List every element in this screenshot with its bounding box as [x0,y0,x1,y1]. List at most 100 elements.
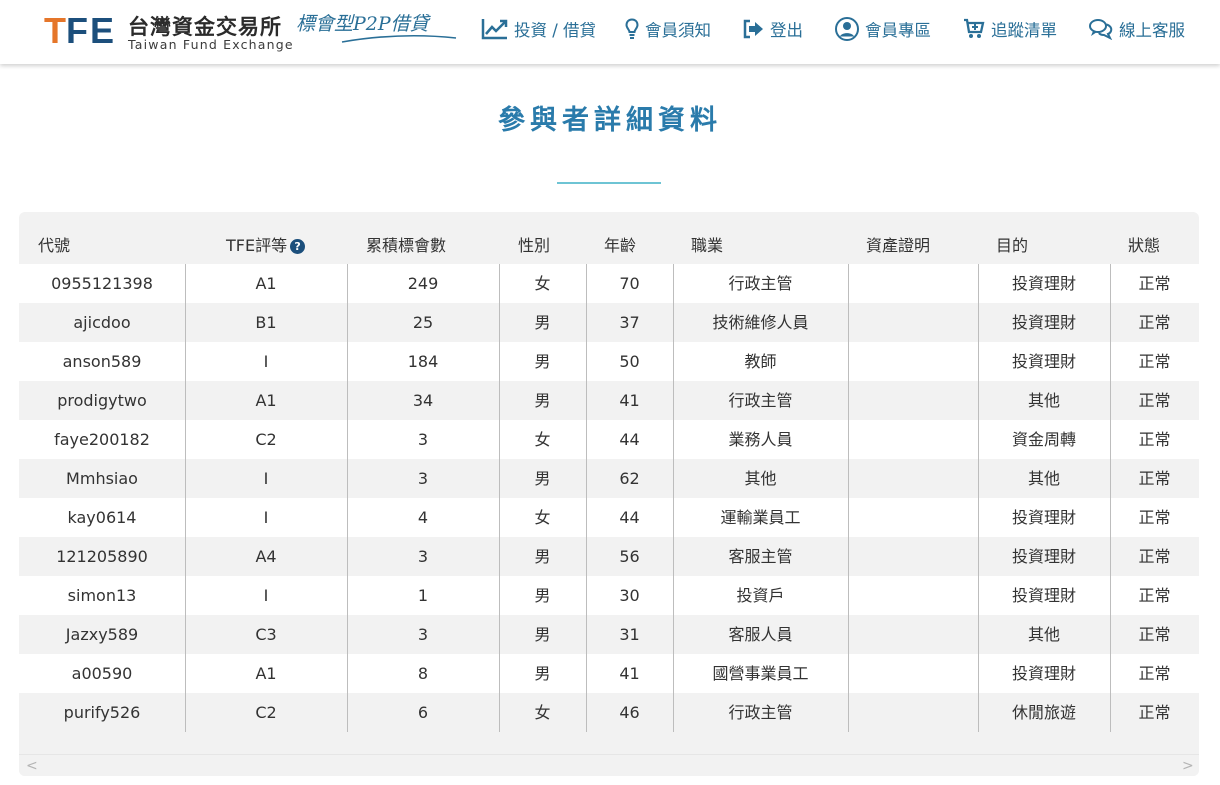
cell-status: 正常 [1138,313,1171,332]
nav-member-notice[interactable]: 會員須知 [625,14,711,44]
cell-gender: 女 [534,703,551,722]
cell-bid-count: 1 [417,586,429,605]
cell-bid-count: 3 [417,430,429,449]
table-row: anson589 I 184 男 50 教師 投資理財 正常 [19,342,1199,381]
cell-code: prodigytwo [57,391,147,410]
page-title: 參與者詳細資料 [498,105,722,136]
header-occupation: 職業 [691,236,724,255]
question-circle-icon[interactable]: ? [290,239,306,254]
cell-gender: 男 [534,547,551,566]
nav-logout[interactable]: 登出 [742,14,803,44]
cell-status: 正常 [1138,664,1171,683]
line-chart-icon [481,19,508,40]
cell-asset-proof [848,264,978,303]
cell-asset-proof [848,537,978,576]
cell-purpose: 資金周轉 [1011,430,1076,449]
cell-gender: 男 [534,664,551,683]
header-purpose: 目的 [996,236,1029,255]
table-row: ajicdoo B1 25 男 37 技術維修人員 投資理財 正常 [19,303,1199,342]
cell-purpose: 投資理財 [1011,508,1076,527]
cell-rating: B1 [255,313,277,332]
cell-asset-proof [848,615,978,654]
horizontal-scrollbar[interactable]: < > [19,754,1199,776]
cell-purpose: 其他 [1027,625,1060,644]
cell-purpose: 投資理財 [1011,586,1076,605]
nav-invest-borrow[interactable]: 投資 / 借貸 [481,14,596,44]
column-divider [978,264,979,732]
cell-rating: I [263,508,269,527]
cell-bid-count: 184 [407,352,439,371]
cell-age: 41 [619,664,640,683]
table-row: simon13 I 1 男 30 投資戶 投資理財 正常 [19,576,1199,615]
cell-rating: I [263,352,269,371]
header-tfe-rating: TFE評等? [226,232,306,256]
brand-tagline: 標會型P2P借貸 [296,13,429,35]
table-row: Mmhsiao I 3 男 62 其他 其他 正常 [19,459,1199,498]
header-tfe-rating-label: TFE評等 [226,236,288,255]
cell-code: 121205890 [56,547,148,566]
cell-gender: 男 [534,313,551,332]
column-divider [586,264,587,732]
cell-rating: A1 [255,391,277,410]
cell-occupation: 其他 [744,469,777,488]
brand-english-name: Taiwan Fund Exchange [128,37,294,52]
cart-plus-icon [964,18,985,38]
cell-gender: 女 [534,508,551,527]
header-code: 代號 [38,236,71,255]
nav-label: 追蹤清單 [991,21,1057,40]
cell-bid-count: 25 [412,313,434,332]
header-gender: 性別 [518,236,551,255]
table-row: a00590 A1 8 男 41 國營事業員工 投資理財 正常 [19,654,1199,693]
participants-table: 代號 TFE評等? 累積標會數 性別 年齡 職業 資產證明 目的 狀態 0955… [19,212,1199,776]
cell-rating: C2 [255,430,277,449]
cell-age: 70 [619,274,640,293]
nav-online-support[interactable]: 線上客服 [1089,14,1185,44]
cell-gender: 男 [534,469,551,488]
cell-asset-proof [848,693,978,732]
nav-watchlist[interactable]: 追蹤清單 [963,14,1057,44]
cell-age: 41 [619,391,640,410]
cell-age: 50 [619,352,640,371]
cell-purpose: 其他 [1027,469,1060,488]
cell-occupation: 業務人員 [728,430,793,449]
table-row: prodigytwo A1 34 男 41 行政主管 其他 正常 [19,381,1199,420]
cell-age: 44 [619,508,640,527]
cell-occupation: 教師 [744,352,777,371]
top-header: T F E 台灣資金交易所 Taiwan Fund Exchange 標會型P2… [0,0,1220,64]
cell-purpose: 投資理財 [1011,313,1076,332]
table-row: kay0614 I 4 女 44 運輸業員工 投資理財 正常 [19,498,1199,537]
cell-purpose: 投資理財 [1011,352,1076,371]
lightbulb-icon [625,18,639,39]
table-row: faye200182 C2 3 女 44 業務人員 資金周轉 正常 [19,420,1199,459]
cell-rating: C3 [255,625,277,644]
column-divider [347,264,348,732]
cell-gender: 男 [534,625,551,644]
chat-bubbles-icon [1089,19,1113,40]
cell-purpose: 其他 [1027,391,1060,410]
cell-asset-proof [848,654,978,693]
title-divider [557,182,661,184]
cell-rating: I [263,469,269,488]
cell-rating: A1 [255,664,277,683]
column-divider [185,264,186,732]
cell-bid-count: 3 [417,547,429,566]
cell-age: 56 [619,547,640,566]
cell-gender: 男 [534,352,551,371]
cell-age: 44 [619,430,640,449]
cell-code: anson589 [62,352,142,371]
cell-bid-count: 249 [407,274,439,293]
header-asset-proof: 資產證明 [866,236,931,255]
cell-purpose: 投資理財 [1011,547,1076,566]
cell-code: simon13 [67,586,137,605]
cell-status: 正常 [1138,391,1171,410]
nav-label: 會員須知 [645,21,711,40]
cell-occupation: 行政主管 [728,703,793,722]
cell-bid-count: 3 [417,469,429,488]
cell-gender: 女 [534,274,551,293]
scroll-left-arrow[interactable]: < [26,758,38,774]
cell-status: 正常 [1138,274,1171,293]
cell-bid-count: 4 [417,508,429,527]
scroll-right-arrow[interactable]: > [1182,758,1194,774]
nav-member-area[interactable]: 會員專區 [835,14,931,44]
header-age: 年齡 [604,236,637,255]
